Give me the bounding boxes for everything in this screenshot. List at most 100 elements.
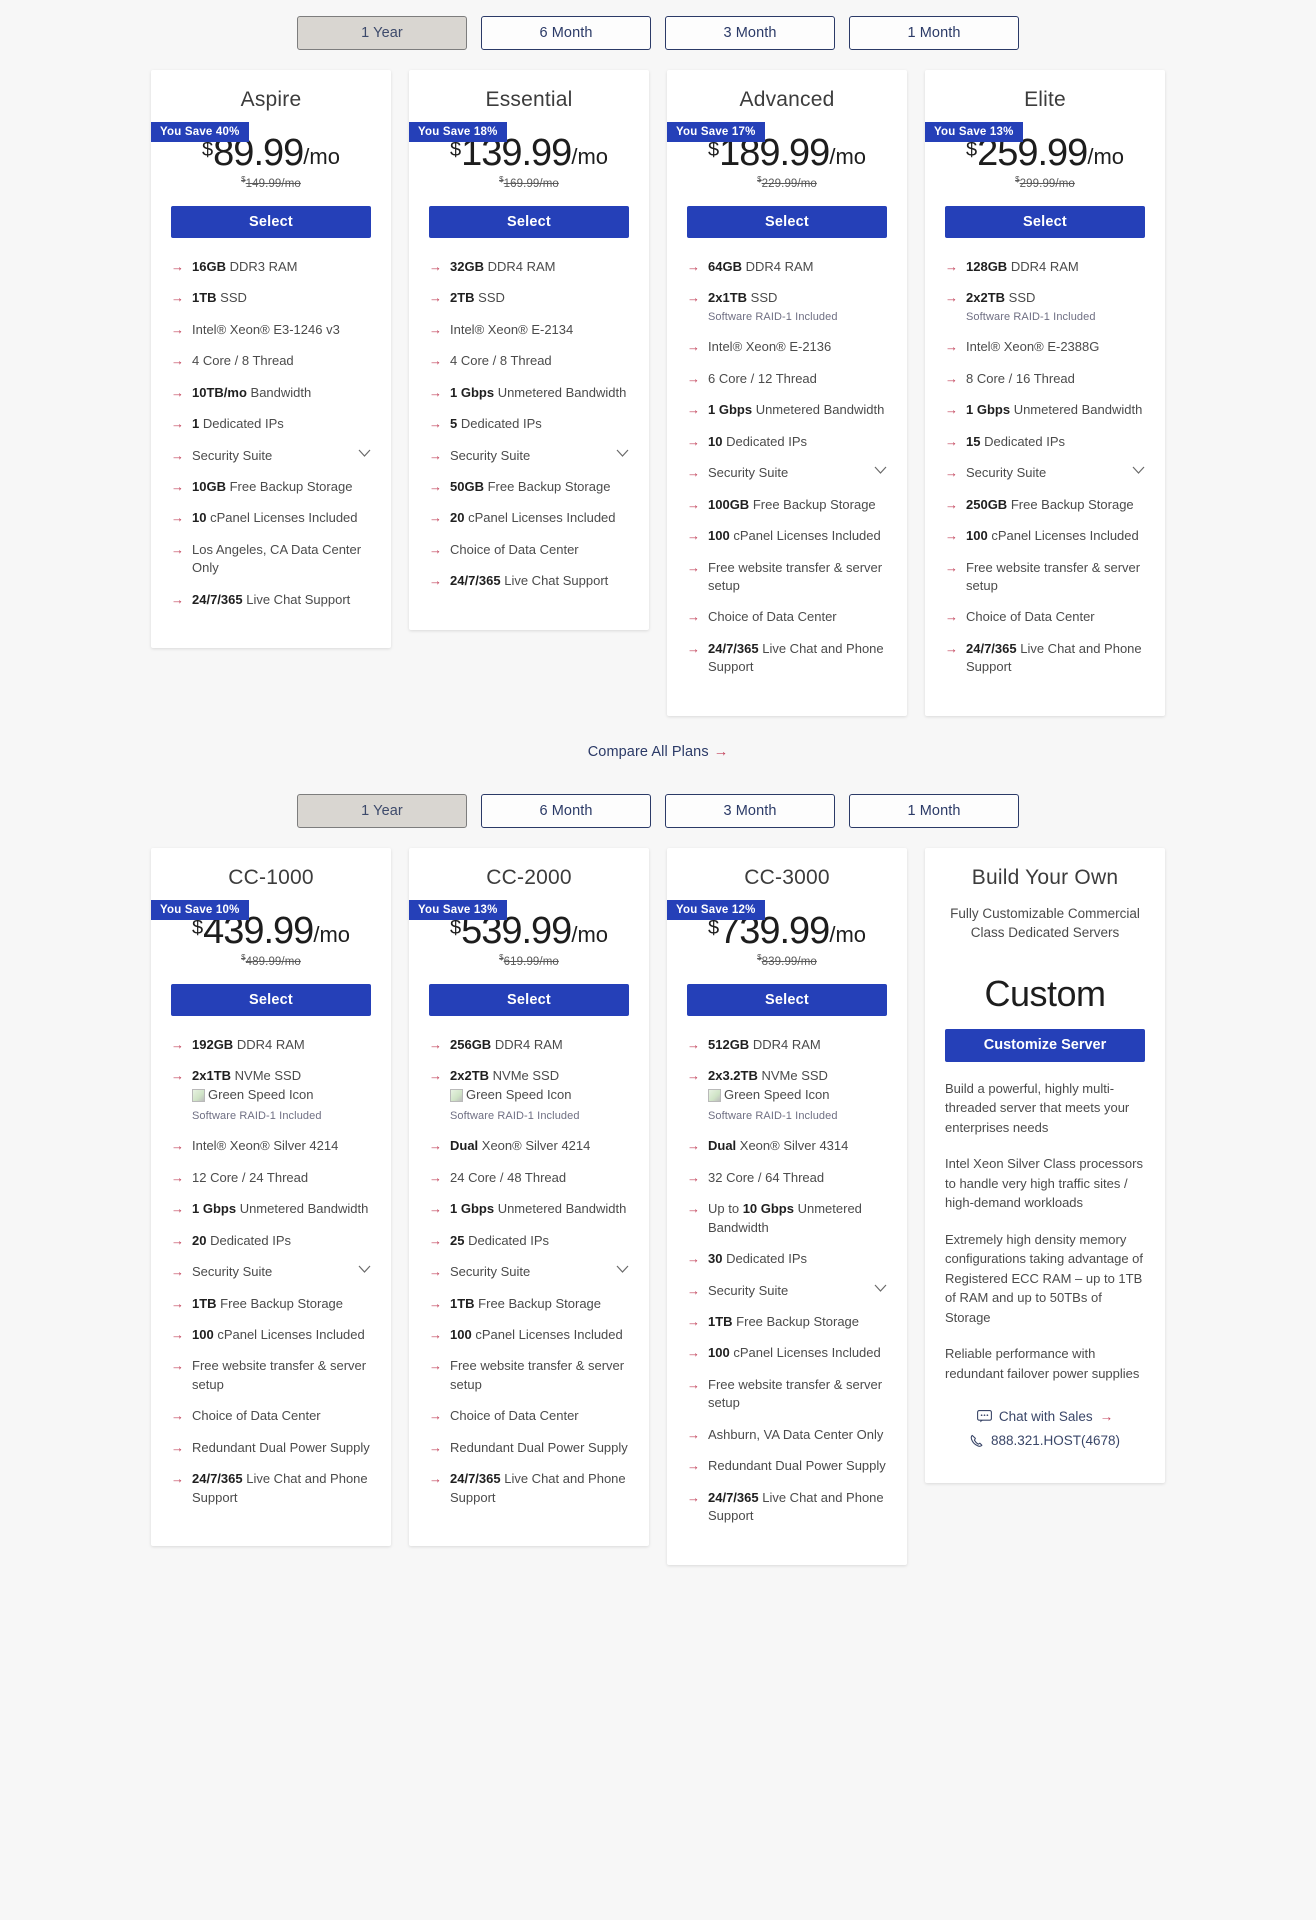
compare-all-plans-row: Compare All Plans → [0, 716, 1316, 778]
feature-item: → 24/7/365 Live Chat and Phone Support [171, 1470, 371, 1507]
feature-item: → 2x2TB SSD Software RAID-1 Included [945, 289, 1145, 325]
feature-text: 2x3.2TB NVMe SSD Green Speed Icon Software… [708, 1067, 887, 1124]
feature-text: 2TB SSD [450, 290, 505, 306]
select-button[interactable]: Select [171, 983, 371, 1016]
chevron-down-icon[interactable] [873, 1282, 887, 1296]
arrow-right-icon: → [429, 1169, 442, 1185]
arrow-right-icon: → [687, 1376, 700, 1392]
feature-text: Choice of Data Center [708, 609, 837, 625]
chevron-down-icon[interactable] [873, 464, 887, 478]
chevron-down-icon[interactable] [357, 1263, 371, 1277]
arrow-right-icon: → [429, 1327, 442, 1343]
arrow-right-icon: → [171, 1232, 184, 1248]
select-button[interactable]: Select [429, 983, 629, 1016]
feature-text: Up to 10 Gbps Unmetered Bandwidth [708, 1201, 862, 1235]
arrow-right-icon: → [687, 1282, 700, 1298]
billing-term-selector-bottom: 1 Year 6 Month 3 Month 1 Month [0, 778, 1316, 848]
compare-all-plans-link[interactable]: Compare All Plans → [588, 744, 729, 760]
arrow-right-icon: → [429, 1036, 442, 1052]
select-button[interactable]: Select [171, 205, 371, 238]
price-block: $189.99/mo $229.99/mo [687, 134, 887, 190]
feature-text: Choice of Data Center [966, 609, 1095, 625]
feature-highlight: 100 [966, 528, 988, 544]
feature-item: → 1 Gbps Unmetered Bandwidth [687, 401, 887, 419]
chevron-down-icon[interactable] [615, 1263, 629, 1277]
feature-text: 256GB DDR4 RAM [450, 1036, 563, 1052]
savings-badge: You Save 17% [667, 122, 765, 142]
select-button[interactable]: Select [945, 205, 1145, 238]
select-button[interactable]: Select [429, 205, 629, 238]
price-block: $439.99/mo $489.99/mo [171, 912, 371, 968]
feature-text: Intel® Xeon® E-2388G [966, 339, 1100, 355]
feature-highlight: 10GB [192, 479, 226, 494]
feature-text: 50GB Free Backup Storage [450, 479, 611, 494]
arrow-right-icon: → [945, 640, 958, 656]
feature-item: → Choice of Data Center [429, 541, 629, 559]
chevron-down-icon[interactable] [357, 447, 371, 461]
feature-text: 512GB DDR4 RAM [708, 1036, 821, 1052]
feature-highlight: 10TB/mo [192, 384, 247, 400]
feature-item: → Security Suite [687, 1282, 887, 1300]
term-option-1-month[interactable]: 1 Month [849, 16, 1019, 50]
original-price-value: 839.99/mo [761, 955, 817, 968]
feature-text: 5 Dedicated IPs [450, 416, 542, 432]
term-option-1-year[interactable]: 1 Year [297, 16, 467, 50]
feature-text: Redundant Dual Power Supply [450, 1439, 628, 1455]
arrow-right-icon: → [687, 1036, 700, 1052]
feature-highlight: 2x1TB [708, 290, 748, 306]
green-speed-icon [450, 1089, 463, 1103]
chevron-down-icon[interactable] [1131, 464, 1145, 478]
arrow-right-icon: → [429, 479, 442, 494]
arrow-right-icon: → [429, 1138, 442, 1154]
feature-item: → 4 Core / 8 Thread [429, 352, 629, 370]
feature-highlight: 10 [708, 433, 723, 449]
term-option-6-month[interactable]: 6 Month [481, 16, 651, 50]
arrow-right-icon: → [687, 559, 700, 575]
feature-text: 1TB Free Backup Storage [708, 1314, 860, 1330]
feature-item: → 5 Dedicated IPs [429, 415, 629, 433]
feature-item: → 2x1TB SSD Software RAID-1 Included [687, 289, 887, 325]
feature-item: → 8 Core / 16 Thread [945, 370, 1145, 388]
arrow-right-icon: → [429, 353, 442, 369]
price-block: $539.99/mo $619.99/mo [429, 912, 629, 968]
select-button[interactable]: Select [687, 205, 887, 238]
arrow-right-icon: → [687, 370, 700, 386]
feature-highlight: 100GB [708, 496, 750, 512]
feature-text: 100GB Free Backup Storage [708, 496, 876, 512]
chevron-down-icon[interactable] [615, 447, 629, 461]
arrow-right-icon: → [429, 1471, 442, 1487]
term-option-1-month[interactable]: 1 Month [849, 793, 1019, 828]
feature-highlight: 2x1TB [192, 1068, 232, 1084]
feature-item: → 1 Gbps Unmetered Bandwidth [429, 1200, 629, 1218]
plan-name: Build Your Own [971, 865, 1119, 889]
term-option-1-year[interactable]: 1 Year [297, 793, 467, 828]
term-option-6-month[interactable]: 6 Month [481, 793, 651, 828]
feature-highlight: Dual [708, 1138, 737, 1154]
feature-item: → Choice of Data Center [429, 1407, 629, 1425]
savings-badge: You Save 13% [409, 899, 507, 920]
feature-item: → 24/7/365 Live Chat and Phone Support [945, 640, 1145, 677]
arrow-right-icon: → [945, 402, 958, 418]
term-option-3-month[interactable]: 3 Month [665, 16, 835, 50]
term-option-3-month[interactable]: 3 Month [665, 793, 835, 828]
customize-server-button[interactable]: Customize Server [945, 1028, 1145, 1062]
feature-text: Security Suite [708, 465, 789, 481]
feature-highlight: 30 [708, 1251, 723, 1267]
feature-item: → 2TB SSD [429, 289, 629, 307]
select-button[interactable]: Select [687, 983, 887, 1016]
savings-badge: You Save 40% [151, 122, 249, 142]
pricing-page: 1 Year 6 Month 3 Month 1 Month Aspire You Sa… [0, 0, 1316, 1589]
feature-sub-note: Software RAID-1 Included [966, 310, 1096, 323]
build-your-own-contact: Chat with Sales → 888.321.HOST(4678) [945, 1409, 1145, 1448]
arrow-right-icon: → [687, 1426, 700, 1442]
feature-highlight: 20 [450, 510, 465, 526]
plan-card-cc-3000: CC-3000 You Save 12% $739.99/mo $839.99/mo S… [667, 847, 907, 1565]
sales-phone-link[interactable]: 888.321.HOST(4678) [945, 1433, 1145, 1448]
feature-highlight: 100 [708, 1345, 730, 1361]
original-price-value: 619.99/mo [503, 955, 559, 968]
price-block: $259.99/mo $299.99/mo [945, 134, 1145, 190]
feature-highlight: 1 [192, 416, 200, 432]
feature-item: → 25 Dedicated IPs [429, 1232, 629, 1250]
chat-with-sales-link[interactable]: Chat with Sales → [945, 1409, 1145, 1424]
plan-name: Elite [1024, 88, 1066, 111]
